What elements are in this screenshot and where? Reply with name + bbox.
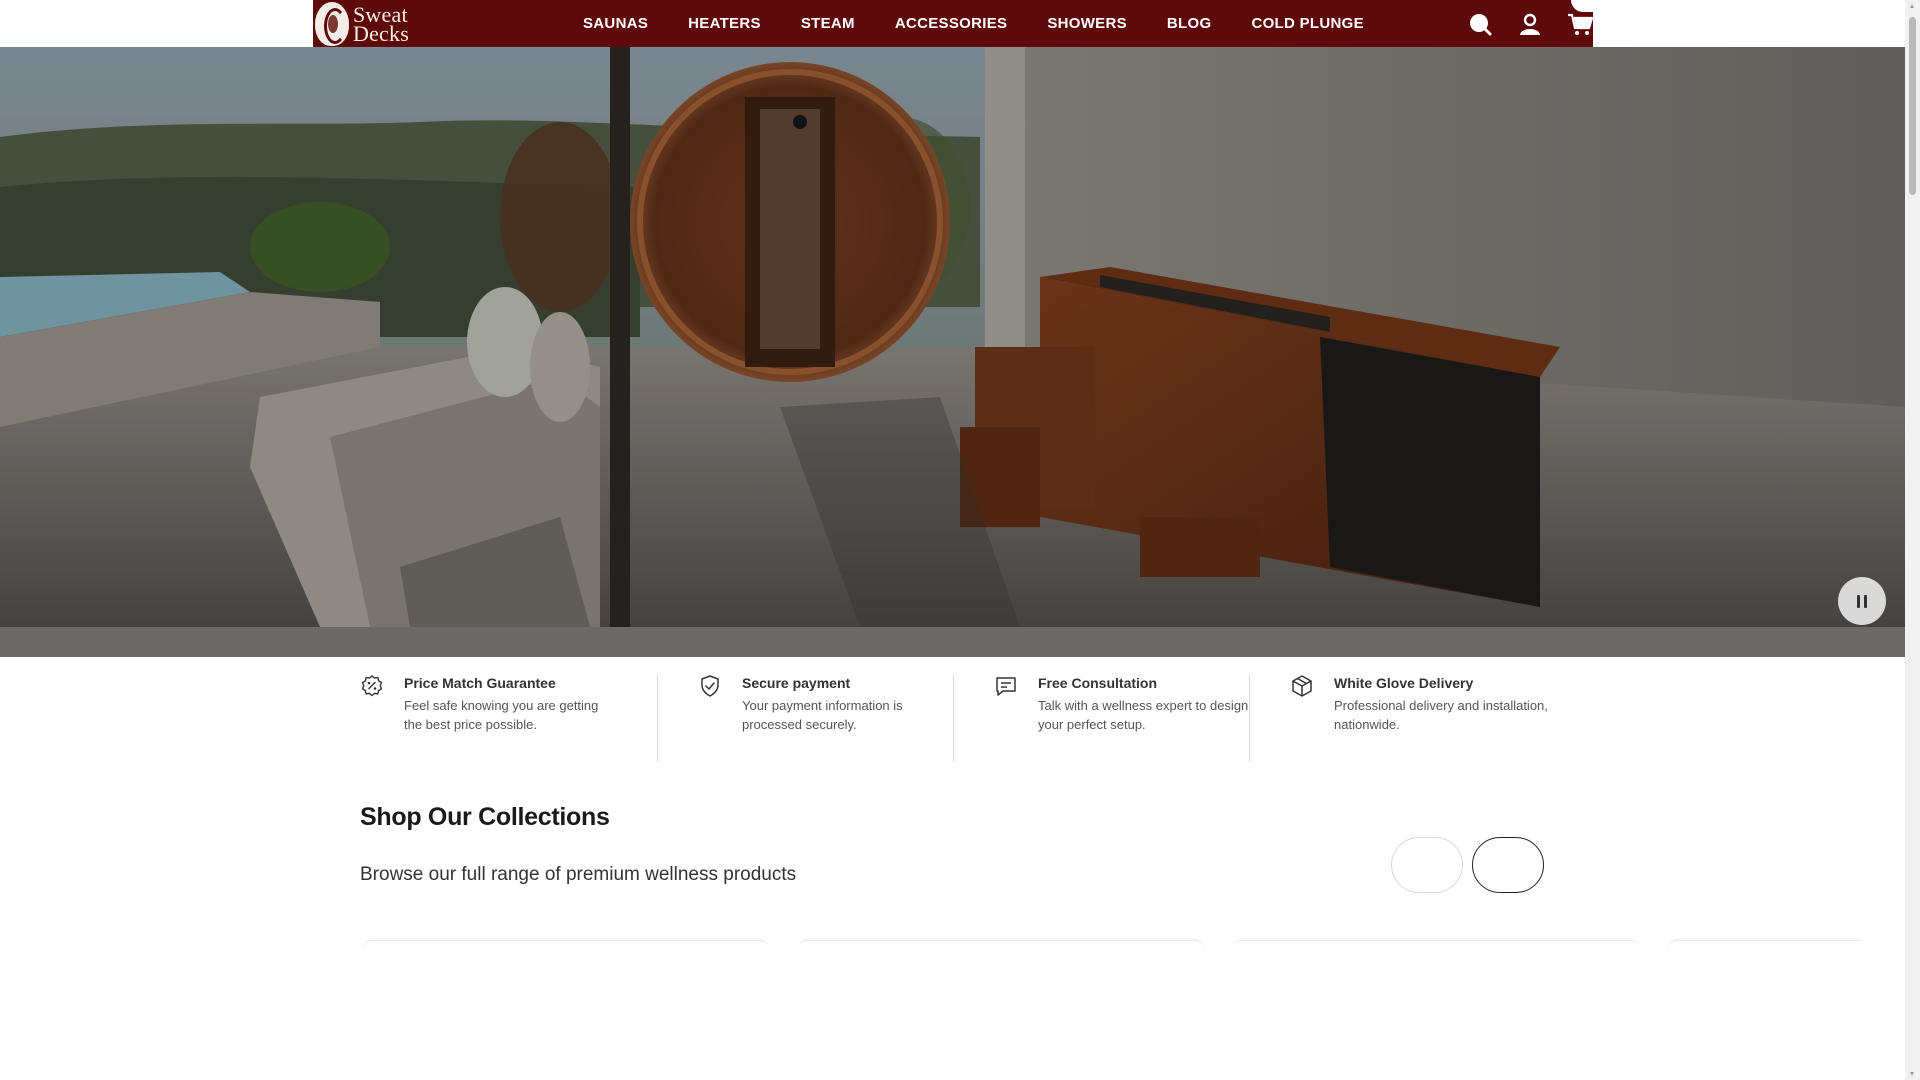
scroll-up-arrow-icon[interactable] [1910,4,1914,8]
feature-title: Free Consultation [1038,675,1158,691]
pause-icon [1857,594,1860,608]
pause-button[interactable] [1838,577,1886,625]
collection-card[interactable] [364,940,768,948]
face-profile-logo-icon [315,1,349,46]
brand-line-2: Decks [353,20,409,46]
site-header: Sweat Decks SAUNAS HEATERS STEAM ACCESSO… [313,0,1593,47]
feature-title: White Glove Delivery [1334,675,1474,691]
shield-check-icon [701,675,719,697]
percent-badge-icon [361,675,383,697]
feature-description: Feel safe knowing you are getting the be… [404,698,599,732]
feature-white-glove-delivery: White Glove Delivery Professional delive… [1250,674,1548,762]
nav-item-saunas[interactable]: SAUNAS [583,15,648,32]
feature-description: Talk with a wellness expert to design yo… [1038,698,1249,732]
feature-price-match: Price Match Guarantee Feel safe knowing … [360,674,658,762]
box-icon [1292,675,1312,697]
nav-item-steam[interactable]: STEAM [801,15,855,32]
feature-description: Professional delivery and installation, … [1334,698,1548,732]
nav-item-blog[interactable]: BLOG [1167,15,1212,32]
scroll-down-arrow-icon[interactable] [1910,1072,1914,1076]
nav-item-cold-plunge[interactable]: COLD PLUNGE [1251,15,1363,32]
collection-card[interactable] [1234,940,1638,948]
feature-description: Your payment information is processed se… [742,698,903,732]
page-scrollbar[interactable] [1905,0,1920,1080]
search-icon[interactable] [1467,11,1493,37]
carousel-next-button[interactable] [1472,837,1544,893]
brand-logo[interactable]: Sweat Decks [315,0,409,47]
collections-subtitle: Browse our full range of premium wellnes… [360,864,797,885]
hero-bottom-strip [0,627,1905,657]
nav-item-accessories[interactable]: ACCESSORIES [895,15,1008,32]
main-nav: SAUNAS HEATERS STEAM ACCESSORIES SHOWERS… [583,0,1364,47]
nav-item-heaters[interactable]: HEATERS [688,15,761,32]
collections-title: Shop Our Collections [360,803,610,831]
account-icon[interactable] [1517,11,1543,37]
hero-video [0,47,1905,627]
cart-icon[interactable] [1567,11,1593,37]
collection-card[interactable] [799,940,1203,948]
hero-scene-image [0,47,1905,627]
brand-wordmark: Sweat Decks [353,3,409,46]
chat-bubble-icon [996,677,1016,696]
feature-title: Secure payment [742,675,851,691]
carousel-prev-button[interactable] [1391,837,1463,893]
feature-free-consultation: Free Consultation Talk with a wellness e… [954,674,1250,762]
scrollbar-thumb[interactable] [1909,17,1916,195]
feature-title: Price Match Guarantee [404,675,556,691]
feature-secure-payment: Secure payment Your payment information … [658,674,954,762]
collection-card[interactable] [1669,940,1861,948]
nav-item-showers[interactable]: SHOWERS [1047,15,1127,32]
feature-strip: Price Match Guarantee Feel safe knowing … [360,674,1548,762]
pause-icon-bar [1864,594,1867,608]
